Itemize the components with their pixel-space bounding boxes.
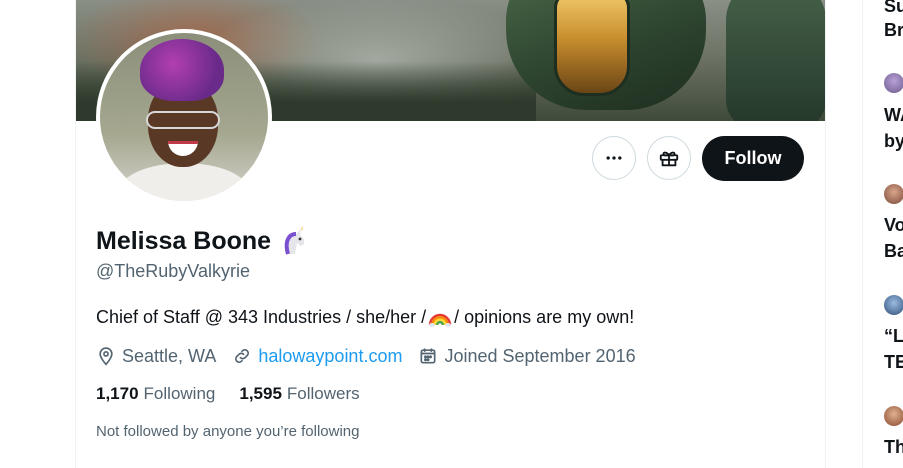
avatar[interactable] (884, 73, 903, 93)
more-horizontal-icon (606, 156, 622, 160)
sidebar-item-1-line2[interactable]: Br (884, 20, 903, 41)
joined-item: Joined September 2016 (418, 345, 636, 367)
calendar-icon (420, 348, 436, 364)
more-button[interactable] (592, 136, 636, 180)
unicorn-icon (284, 226, 305, 255)
profile-page: Follow Melissa Boone @TheRubyValkyrie Ch… (0, 0, 903, 468)
profile-avatar[interactable] (96, 29, 272, 205)
following-link[interactable]: 1,170 Following (96, 384, 215, 404)
location-item: Seattle, WA (96, 346, 216, 367)
sidebar-item-2-line1[interactable]: WA (884, 105, 903, 126)
sidebar-item-4-line2[interactable]: TE (884, 352, 903, 373)
gift-icon (659, 151, 679, 167)
sidebar-item-3-line1[interactable]: Vo (884, 215, 903, 236)
sidebar-item-4-line1[interactable]: “L (884, 326, 903, 347)
avatar-hair (140, 39, 224, 101)
display-name-text: Melissa Boone (96, 226, 272, 255)
not-followed-note: Not followed by anyone you’re following (96, 423, 360, 440)
sidebar-item-3-line2[interactable]: Ba (884, 241, 903, 262)
sidebar-item-5-line1[interactable]: Th (884, 437, 903, 458)
avatar-photo (100, 33, 268, 201)
followers-link[interactable]: 1,595 Followers (239, 384, 359, 404)
joined-text: Joined September 2016 (444, 345, 636, 366)
avatar[interactable] (884, 406, 903, 426)
followers-label: Followers (286, 384, 360, 403)
website-item[interactable]: halowaypoint.com (232, 346, 402, 367)
sidebar-item-2-line2[interactable]: by (884, 131, 903, 152)
rainbow-icon (428, 313, 452, 327)
follow-button[interactable]: Follow (702, 136, 804, 181)
bio-text-end: / opinions are my own! (454, 306, 635, 327)
avatar[interactable] (884, 295, 903, 315)
profile-handle: @TheRubyValkyrie (96, 261, 250, 281)
link-icon (235, 349, 250, 363)
avatar-shirt (118, 163, 250, 201)
profile-bio: Chief of Staff @ 343 Industries / she/he… (96, 305, 634, 329)
avatar-glasses (146, 111, 220, 129)
location-pin-icon (99, 347, 113, 366)
followers-count: 1,595 (239, 384, 282, 403)
following-count: 1,170 (96, 384, 139, 403)
follow-stats: 1,170 Following 1,595 Followers (96, 384, 384, 404)
location-text: Seattle, WA (122, 345, 217, 366)
avatar[interactable] (884, 184, 903, 204)
banner-visor (554, 0, 630, 96)
right-sidebar: Su Br WA by Vo Ba “L TE Th (862, 0, 903, 468)
profile-meta: Seattle, WA halowaypoint.com Joined Sept… (96, 344, 652, 368)
banner-armor (726, 0, 825, 121)
bio-text-start: Chief of Staff @ 343 Industries / she/he… (96, 306, 427, 327)
display-name: Melissa Boone (96, 226, 309, 256)
gift-button[interactable] (647, 136, 691, 180)
website-link[interactable]: halowaypoint.com (258, 346, 402, 367)
following-label: Following (143, 384, 216, 403)
sidebar-item-1-line1[interactable]: Su (884, 0, 903, 17)
